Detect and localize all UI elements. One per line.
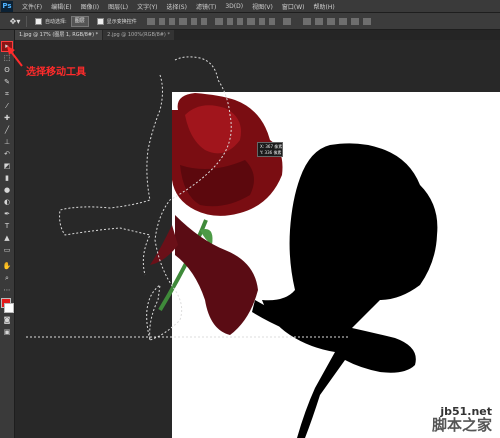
watermark-name: 脚本之家 (431, 416, 492, 434)
rose-silhouette[interactable] (262, 143, 438, 438)
rose-ribbon (175, 215, 258, 335)
rose-photo-layer[interactable] (150, 93, 283, 335)
position-tooltip: X: 367 像素 Y: 336 像素 (257, 142, 283, 157)
annotation-label: 选择移动工具 (26, 67, 86, 78)
annotation-arrow (7, 46, 23, 67)
rose-ribbon-loop (150, 225, 178, 265)
tooltip-y: Y: 336 像素 (260, 150, 282, 155)
